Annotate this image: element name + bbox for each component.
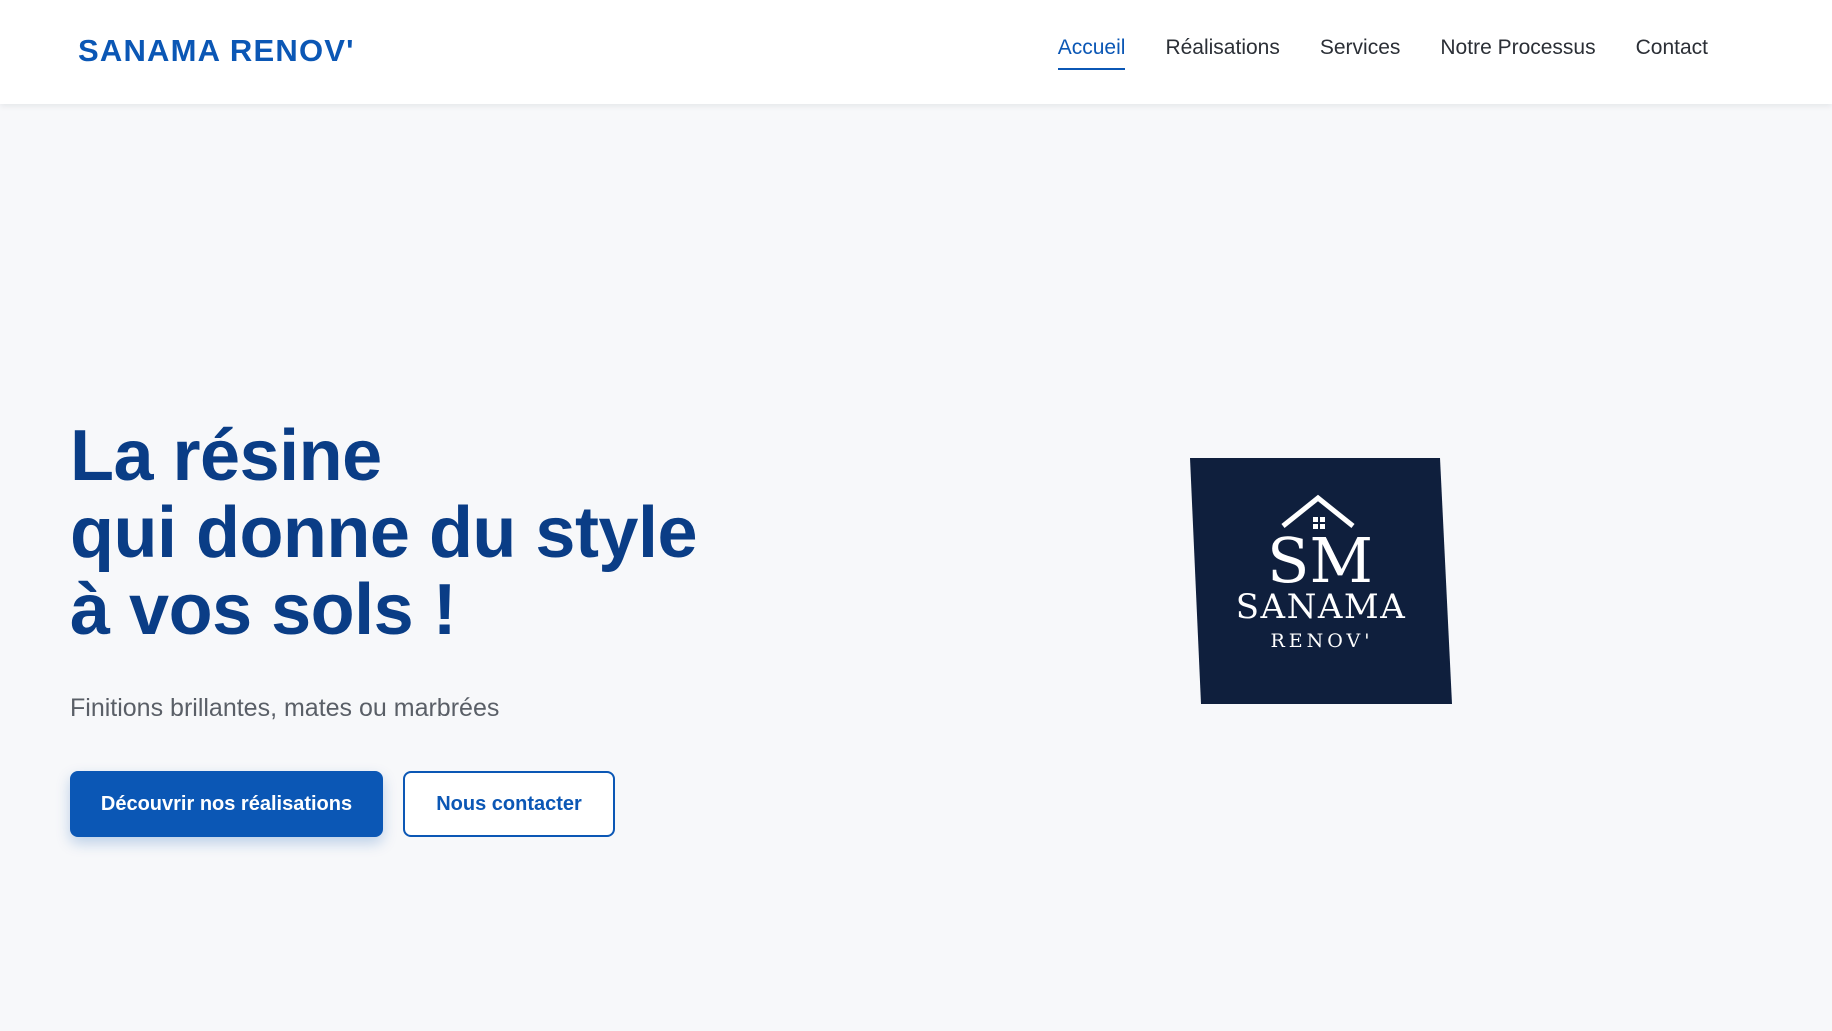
logo-graphic: SM SANAMA RENOV' xyxy=(1190,458,1452,704)
main-nav: Accueil Réalisations Services Notre Proc… xyxy=(1057,36,1708,70)
nav-link-services[interactable]: Services xyxy=(1320,36,1401,68)
logo-tagline: RENOV' xyxy=(1271,630,1374,652)
hero-title-line-1: La résine xyxy=(70,416,382,496)
hero-title-line-2: qui donne du style xyxy=(70,493,698,573)
nav-link-contact[interactable]: Contact xyxy=(1636,36,1708,68)
hero-title: La résine qui donne du style à vos sols … xyxy=(70,416,698,650)
discover-realisations-button[interactable]: Découvrir nos réalisations xyxy=(70,771,383,837)
logo-name: SANAMA xyxy=(1236,587,1407,627)
brand-logo-link[interactable]: SANAMA RENOV' xyxy=(78,33,355,69)
hero-subtitle: Finitions brillantes, mates ou marbrées xyxy=(70,694,500,722)
company-logo-image: SM SANAMA RENOV' xyxy=(1190,458,1452,704)
contact-us-button[interactable]: Nous contacter xyxy=(403,771,615,837)
site-header: SANAMA RENOV' Accueil Réalisations Servi… xyxy=(0,0,1832,104)
nav-link-accueil[interactable]: Accueil xyxy=(1057,36,1125,70)
nav-link-realisations[interactable]: Réalisations xyxy=(1165,36,1279,68)
nav-link-processus[interactable]: Notre Processus xyxy=(1440,36,1595,68)
hero-title-line-3: à vos sols ! xyxy=(70,570,457,650)
